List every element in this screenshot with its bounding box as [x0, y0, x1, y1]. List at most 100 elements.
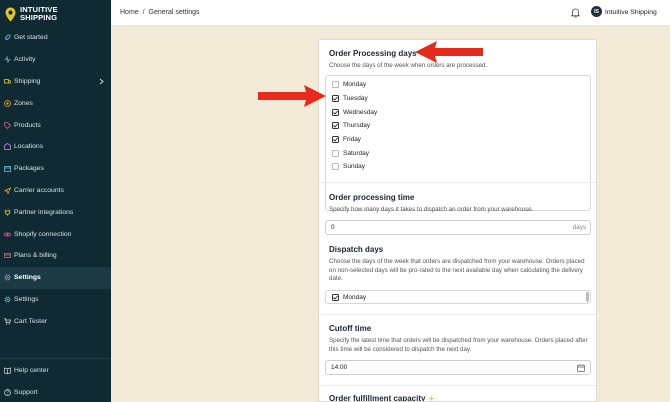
- cart-icon: [4, 318, 11, 325]
- gear-icon: [4, 296, 11, 303]
- checkbox-tuesday[interactable]: [332, 95, 339, 103]
- sidebar-item-label: Products: [14, 121, 41, 129]
- section-divider: [319, 314, 596, 315]
- day-option-friday[interactable]: Friday: [332, 133, 584, 147]
- logo-line-2: SHIPPING: [20, 13, 58, 22]
- breadcrumb-separator: /: [142, 9, 145, 16]
- sidebar-item-locations[interactable]: Locations: [0, 136, 111, 158]
- tag-icon: [4, 121, 11, 129]
- dispatch-days-description: Choose the days of the week that orders …: [329, 258, 585, 282]
- day-option-saturday[interactable]: Saturday: [332, 146, 584, 160]
- section-divider: [319, 385, 596, 386]
- breadcrumb-home-link[interactable]: Home: [120, 9, 139, 16]
- sidebar: INTUITIVE SHIPPING Get started Activity …: [0, 0, 111, 402]
- calendar-icon[interactable]: [577, 364, 585, 372]
- plug-icon: [4, 209, 11, 216]
- dispatch-days-list[interactable]: Monday: [325, 290, 591, 304]
- sidebar-item-shipping[interactable]: Shipping: [0, 71, 111, 93]
- checkbox-saturday[interactable]: [332, 149, 339, 157]
- sidebar-item-partner-integrations[interactable]: Partner integrations: [0, 201, 111, 223]
- day-label: Sunday: [343, 163, 366, 171]
- cutoff-time-input[interactable]: 14:00: [325, 360, 591, 375]
- checkbox-dispatch-monday[interactable]: [332, 293, 339, 301]
- sidebar-item-label: Get started: [14, 34, 48, 42]
- checkbox-wednesday[interactable]: [332, 108, 339, 116]
- day-label: Thursday: [343, 122, 371, 130]
- day-option-monday[interactable]: Monday: [332, 78, 584, 92]
- app-logo[interactable]: INTUITIVE SHIPPING: [5, 4, 58, 24]
- dispatch-days-title: Dispatch days: [329, 245, 384, 254]
- sidebar-item-settings[interactable]: Settings: [0, 289, 111, 311]
- checkbox-sunday[interactable]: [332, 163, 339, 171]
- processing-days-description: Choose the days of the week when orders …: [329, 62, 488, 69]
- sidebar-item-label: Activity: [14, 56, 36, 64]
- sidebar-item-shopify-connection[interactable]: Shopify connection: [0, 223, 111, 245]
- avatar[interactable]: IS: [591, 6, 602, 17]
- day-label: Friday: [343, 136, 362, 144]
- dispatch-day-label: Monday: [343, 293, 367, 301]
- sidebar-nav: Get started Activity Shipping Zones Prod…: [0, 27, 111, 332]
- processing-time-description: Specify how many days it takes to dispat…: [329, 206, 534, 213]
- settings-card: Order Processing days Choose the days of…: [318, 39, 597, 402]
- sidebar-item-settings-active[interactable]: Settings: [0, 266, 111, 289]
- sidebar-item-support[interactable]: ? Support: [0, 381, 111, 402]
- sidebar-item-help-center[interactable]: Help center: [0, 359, 111, 381]
- sidebar-item-packages[interactable]: Packages: [0, 158, 111, 180]
- sidebar-item-label: Plans & billing: [14, 252, 57, 260]
- checkbox-friday[interactable]: [332, 136, 339, 144]
- gear-icon: [4, 274, 11, 281]
- annotation-arrow-right-icon: [258, 85, 326, 107]
- location-pin-icon: [5, 7, 16, 21]
- sidebar-item-carrier-accounts[interactable]: Carrier accounts: [0, 180, 111, 202]
- warehouse-icon: [4, 143, 11, 151]
- sidebar-item-label: Settings: [14, 274, 41, 282]
- card-icon: [4, 252, 11, 259]
- sidebar-item-products[interactable]: Products: [0, 114, 111, 136]
- rocket-icon: [4, 34, 11, 41]
- processing-days-list: Monday Tuesday Wednesday Thursday Friday…: [325, 75, 591, 211]
- sidebar-item-label: Carrier accounts: [14, 186, 64, 194]
- checkbox-monday[interactable]: [332, 81, 339, 89]
- user-name[interactable]: Intuitive Shipping: [605, 9, 657, 16]
- capacity-title: Order fulfillment capacity: [329, 394, 588, 402]
- processing-time-suffix: days: [572, 224, 586, 231]
- processing-time-section: Order processing time Specify how many d…: [319, 193, 596, 215]
- processing-time-title: Order processing time: [329, 193, 415, 202]
- cutoff-section: Cutoff time Specify the latest time that…: [319, 324, 596, 354]
- target-icon: [4, 99, 11, 107]
- book-icon: [4, 367, 11, 374]
- bell-icon[interactable]: [570, 7, 581, 18]
- cutoff-description: Specify the latest time that orders will…: [329, 337, 588, 353]
- capacity-title-text: Order fulfillment capacity: [329, 394, 426, 402]
- truck-icon: [4, 78, 11, 85]
- day-label: Tuesday: [343, 95, 368, 103]
- sidebar-item-label: Zones: [14, 99, 33, 107]
- sidebar-item-label: Support: [14, 388, 38, 396]
- annotation-arrow-left-icon: [415, 41, 483, 63]
- sidebar-item-plans-billing[interactable]: Plans & billing: [0, 245, 111, 267]
- sidebar-item-cart-tester[interactable]: Cart Tester: [0, 310, 111, 332]
- day-option-thursday[interactable]: Thursday: [332, 119, 584, 133]
- section-divider: [319, 182, 596, 183]
- capacity-section: Order fulfillment capacity: [319, 394, 596, 402]
- help-icon: ?: [4, 388, 11, 396]
- plane-icon: [4, 187, 11, 194]
- sidebar-item-label: Shopify connection: [14, 230, 72, 238]
- day-option-tuesday[interactable]: Tuesday: [332, 92, 584, 106]
- processing-time-input[interactable]: 0 days: [325, 220, 591, 235]
- checkbox-thursday[interactable]: [332, 122, 339, 130]
- sidebar-item-zones[interactable]: Zones: [0, 92, 111, 114]
- link-icon: [4, 231, 11, 238]
- day-option-sunday[interactable]: Sunday: [332, 160, 584, 174]
- chevron-right-icon: [99, 78, 104, 84]
- dispatch-list-scrollbar[interactable]: [586, 292, 589, 302]
- sidebar-item-label: Locations: [14, 143, 44, 151]
- sidebar-item-label: Help center: [14, 366, 49, 374]
- sidebar-item-get-started[interactable]: Get started: [0, 27, 111, 49]
- sidebar-item-label: Packages: [14, 165, 44, 173]
- processing-time-value: 0: [331, 224, 335, 231]
- day-option-wednesday[interactable]: Wednesday: [332, 105, 584, 119]
- breadcrumb-current: General settings: [148, 9, 200, 16]
- cutoff-time-value: 14:00: [331, 364, 348, 371]
- sidebar-item-activity[interactable]: Activity: [0, 49, 111, 71]
